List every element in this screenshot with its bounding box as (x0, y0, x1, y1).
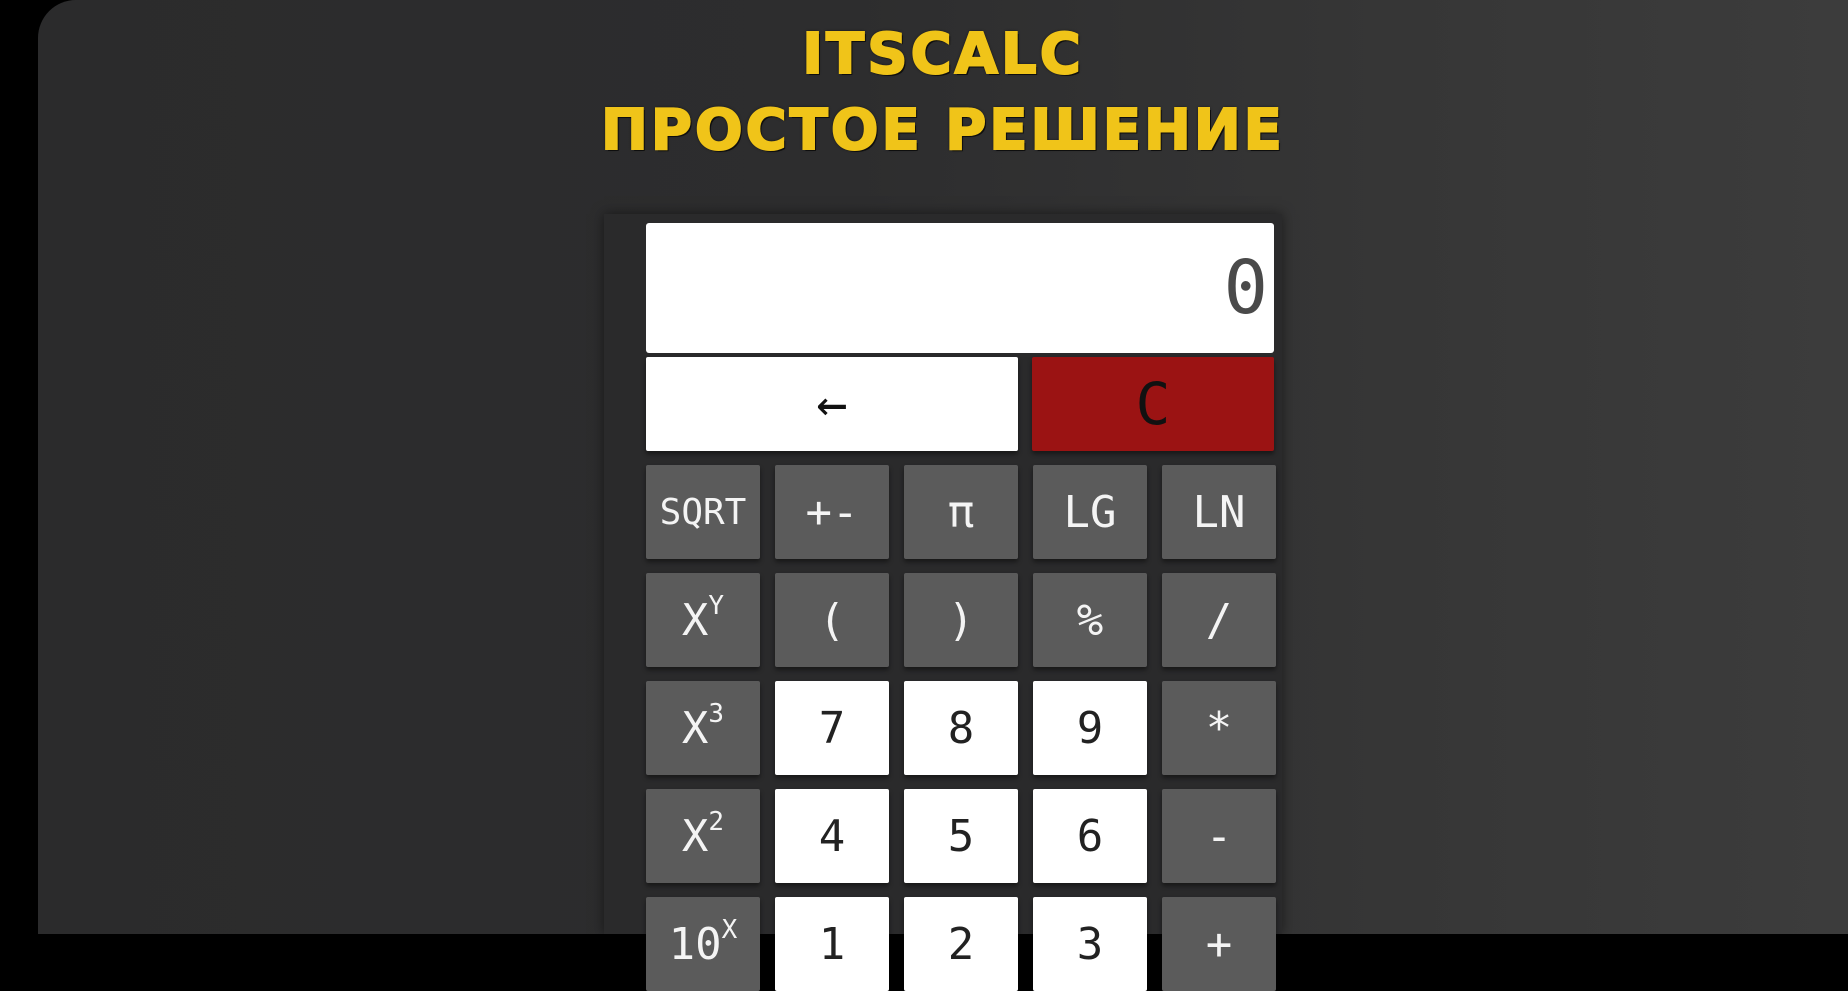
display-value: 0 (1223, 245, 1268, 331)
key-label: - (1205, 810, 1233, 862)
key-label: 1 (818, 918, 846, 970)
key-label: 2 (947, 918, 975, 970)
key-label: LN (1192, 486, 1246, 538)
power-xy-button[interactable]: XY (646, 573, 760, 667)
key-label: 6 (1076, 810, 1104, 862)
key-label: ) (947, 594, 975, 646)
key-superscript: Y (708, 591, 725, 621)
digit-9-button[interactable]: 9 (1033, 681, 1147, 775)
key-superscript: X (721, 915, 738, 945)
ten-power-button[interactable]: 10 X (646, 897, 760, 991)
app-subtitle: ПРОСТОЕ РЕШЕНИЕ (600, 97, 1285, 164)
digit-3-button[interactable]: 3 (1033, 897, 1147, 991)
cube-button[interactable]: X3 (646, 681, 760, 775)
digit-6-button[interactable]: 6 (1033, 789, 1147, 883)
key-label: 7 (818, 702, 846, 754)
digit-7-button[interactable]: 7 (775, 681, 889, 775)
backspace-button[interactable]: ← (646, 357, 1018, 451)
percent-button[interactable]: % (1033, 573, 1147, 667)
digit-5-button[interactable]: 5 (904, 789, 1018, 883)
key-label: 5 (947, 810, 975, 862)
key-superscript: 2 (708, 807, 725, 837)
key-label: 8 (947, 702, 975, 754)
key-label: + (1205, 918, 1233, 970)
key-label: 9 (1076, 702, 1104, 754)
sign-toggle-button[interactable]: +- (775, 465, 889, 559)
digit-8-button[interactable]: 8 (904, 681, 1018, 775)
calculator-display: 0 (646, 223, 1274, 353)
clear-label: C (1135, 370, 1171, 438)
key-label: π (947, 486, 975, 538)
key-label: X (681, 594, 709, 646)
open-paren-button[interactable]: ( (775, 573, 889, 667)
key-label: 3 (1076, 918, 1104, 970)
divide-button[interactable]: / (1162, 573, 1276, 667)
key-label: * (1205, 702, 1233, 754)
multiply-button[interactable]: * (1162, 681, 1276, 775)
key-label: 4 (818, 810, 846, 862)
pi-button[interactable]: π (904, 465, 1018, 559)
key-label: % (1076, 594, 1104, 646)
app-title: ITSCALC (801, 21, 1084, 88)
sqrt-button[interactable]: SQRT (646, 465, 760, 559)
plus-button[interactable]: + (1162, 897, 1276, 991)
key-superscript: 3 (708, 699, 725, 729)
key-label: X (681, 810, 709, 862)
key-label: / (1205, 594, 1233, 646)
digit-1-button[interactable]: 1 (775, 897, 889, 991)
ln-button[interactable]: LN (1162, 465, 1276, 559)
key-label: ( (818, 594, 846, 646)
square-button[interactable]: X2 (646, 789, 760, 883)
key-label: +- (805, 486, 859, 538)
key-label: SQRT (659, 491, 747, 533)
digit-2-button[interactable]: 2 (904, 897, 1018, 991)
clear-button[interactable]: C (1032, 357, 1274, 451)
digit-4-button[interactable]: 4 (775, 789, 889, 883)
minus-button[interactable]: - (1162, 789, 1276, 883)
key-label: LG (1063, 486, 1117, 538)
close-paren-button[interactable]: ) (904, 573, 1018, 667)
lg-button[interactable]: LG (1033, 465, 1147, 559)
key-label: X (681, 702, 709, 754)
key-label: 10 (668, 918, 722, 970)
backspace-arrow-icon: ← (816, 374, 848, 434)
